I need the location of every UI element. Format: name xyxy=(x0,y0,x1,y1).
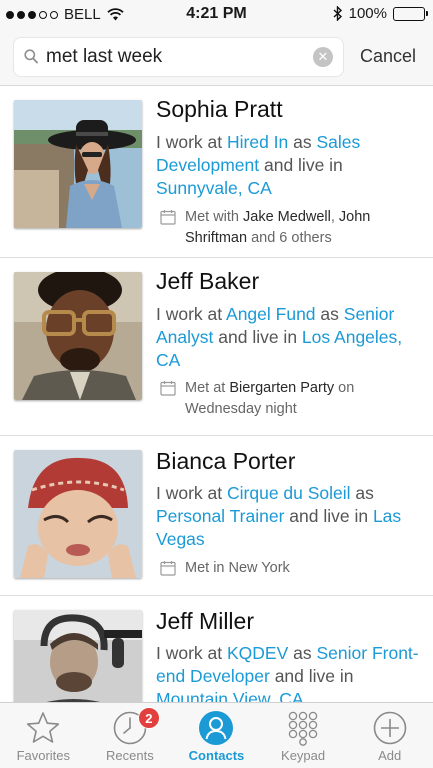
company-link[interactable]: KQDEV xyxy=(227,643,288,663)
met-text: Met in New York xyxy=(185,560,290,576)
contact-photo xyxy=(14,450,142,578)
tab-bar: Favorites 2 Recents Contacts Keypad Add xyxy=(0,702,433,768)
met-text-part: , xyxy=(330,209,339,225)
contact-photo xyxy=(14,100,142,228)
battery-icon xyxy=(393,6,428,21)
contact-bio: I work at Angel Fund as Senior Analyst a… xyxy=(156,303,421,372)
company-link[interactable]: Angel Fund xyxy=(226,304,316,324)
search-header: met last week ✕ Cancel xyxy=(0,28,433,86)
star-icon xyxy=(27,712,60,743)
met-person: Jake Medwell xyxy=(243,209,331,225)
met-event: Biergarten Party xyxy=(229,380,335,396)
bio-text: I work at xyxy=(156,132,227,152)
tab-contacts[interactable]: Contacts xyxy=(173,703,260,768)
contact-row[interactable]: Sophia Pratt I work at Hired In as Sales… xyxy=(0,86,433,258)
notification-badge: 2 xyxy=(137,707,160,729)
bluetooth-icon xyxy=(333,6,342,21)
tab-label: Contacts xyxy=(188,748,245,763)
search-input[interactable]: met last week ✕ xyxy=(13,37,344,77)
met-text: Met with Jake Medwell, John Shriftman an… xyxy=(185,207,425,249)
tab-label: Keypad xyxy=(281,748,326,763)
contact-row[interactable]: Jeff Miller I work at KQDEV as Senior Fr… xyxy=(0,596,433,702)
contact-row[interactable]: Bianca Porter I work at Cirque du Soleil… xyxy=(0,436,433,596)
met-info: Met in New York xyxy=(160,558,425,579)
met-text-part: Met at xyxy=(185,380,230,396)
tab-label: Add xyxy=(378,748,402,763)
bio-text: as xyxy=(288,643,317,663)
clear-search-icon[interactable]: ✕ xyxy=(313,47,333,67)
plus-circle-icon xyxy=(373,711,406,745)
location-link[interactable]: Sunnyvale, CA xyxy=(156,178,272,198)
contact-name: Jeff Baker xyxy=(156,268,260,294)
company-link[interactable]: Cirque du Soleil xyxy=(227,483,351,503)
contact-bio: I work at KQDEV as Senior Front-end Deve… xyxy=(156,642,421,702)
contact-results-list: Sophia Pratt I work at Hired In as Sales… xyxy=(0,86,433,702)
contact-row[interactable]: Jeff Baker I work at Angel Fund as Senio… xyxy=(0,258,433,436)
company-link[interactable]: Hired In xyxy=(227,132,288,152)
location-link[interactable]: Mountain View, CA xyxy=(156,689,304,702)
tab-keypad[interactable]: Keypad xyxy=(260,703,347,768)
tab-favorites[interactable]: Favorites xyxy=(0,703,87,768)
person-icon xyxy=(199,711,234,745)
bio-text: as xyxy=(350,483,374,503)
bio-text: I work at xyxy=(156,304,227,324)
met-info: Met at Biergarten Party on Wednesday nig… xyxy=(160,378,425,420)
tab-recents[interactable]: 2 Recents xyxy=(87,703,174,768)
keypad-icon xyxy=(288,711,318,746)
contact-bio: I work at Hired In as Sales Development … xyxy=(156,131,421,200)
cancel-button[interactable]: Cancel xyxy=(360,46,416,67)
bio-text: I work at xyxy=(156,643,227,663)
contact-name: Jeff Miller xyxy=(156,608,254,634)
tab-label: Favorites xyxy=(16,748,71,763)
contact-name: Bianca Porter xyxy=(156,448,296,474)
calendar-icon xyxy=(160,561,176,576)
met-text: Met at Biergarten Party on Wednesday nig… xyxy=(185,378,425,420)
status-bar: BELL 4:21 PM 100% xyxy=(0,0,433,28)
bio-text: as xyxy=(315,304,344,324)
calendar-icon xyxy=(160,381,176,396)
contact-photo xyxy=(14,272,142,400)
contact-photo xyxy=(14,610,142,702)
contact-name: Sophia Pratt xyxy=(156,96,283,122)
met-text-part: Met with xyxy=(185,209,244,225)
search-icon xyxy=(14,37,44,77)
tab-label: Recents xyxy=(106,748,154,763)
battery-percent: 100% xyxy=(348,5,387,22)
search-query: met last week xyxy=(46,46,163,67)
met-info: Met with Jake Medwell, John Shriftman an… xyxy=(160,207,425,249)
tab-add[interactable]: Add xyxy=(346,703,433,768)
bio-text: I work at xyxy=(156,483,227,503)
job-title-link[interactable]: Personal Trainer xyxy=(156,506,284,526)
bio-text: and live in xyxy=(259,155,343,175)
contact-bio: I work at Cirque du Soleil as Personal T… xyxy=(156,482,421,551)
met-text-part: and 6 others xyxy=(247,230,332,246)
bio-text: as xyxy=(288,132,317,152)
calendar-icon xyxy=(160,210,176,225)
status-right: 100% xyxy=(333,5,428,22)
bio-text: and live in xyxy=(284,506,373,526)
bio-text: and live in xyxy=(269,666,354,686)
bio-text: and live in xyxy=(213,327,302,347)
